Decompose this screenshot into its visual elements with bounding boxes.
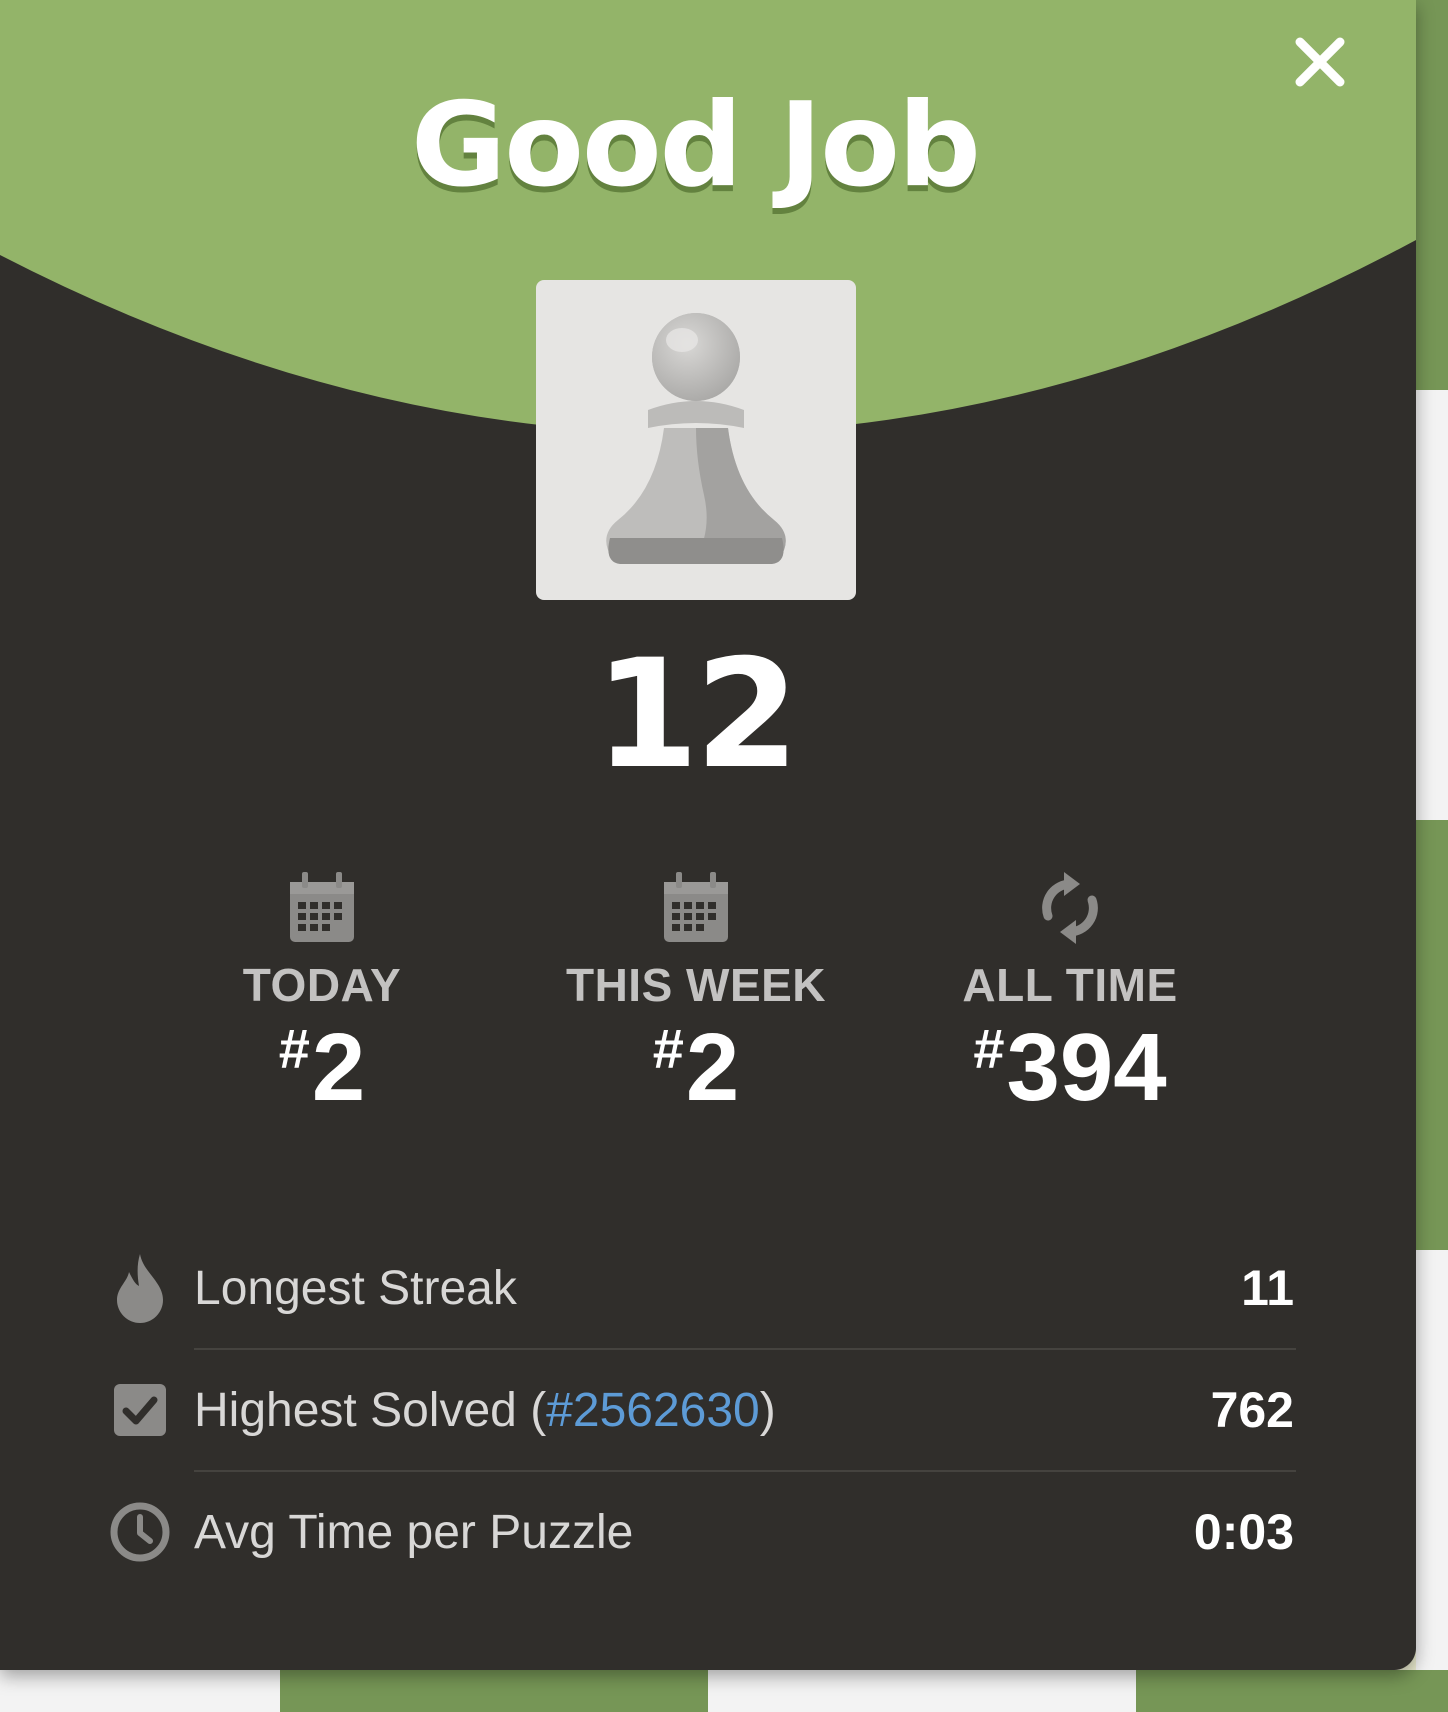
board-square: [1416, 390, 1448, 820]
rank-number: 394: [1006, 1014, 1167, 1121]
flame-icon: [108, 1254, 172, 1323]
rank-value: #394: [910, 1020, 1230, 1116]
calendar-icon: [290, 872, 354, 942]
puzzle-result-modal: Good Job 12 TODAY #2 THIS WEEK #2 ALL TI…: [0, 0, 1416, 1670]
board-square: [0, 1670, 280, 1712]
rank-summary: TODAY #2 THIS WEEK #2 ALL TIME #394: [0, 870, 1416, 1140]
board-square: [1416, 1250, 1448, 1712]
modal-title: Good Job: [411, 78, 981, 213]
pawn-icon: [606, 313, 786, 564]
rank-hash: #: [652, 1017, 684, 1080]
stat-longest-streak: Longest Streak 11: [108, 1228, 1296, 1348]
board-square: [1416, 0, 1448, 390]
rank-all-time: ALL TIME #394: [910, 870, 1230, 1116]
rank-hash: #: [973, 1017, 1005, 1080]
rank-label: THIS WEEK: [565, 959, 827, 1011]
stat-value: 762: [1210, 1382, 1294, 1438]
stat-highest-solved: Highest Solved (#2562630) 762: [108, 1350, 1296, 1470]
refresh-icon: [1042, 872, 1098, 944]
stat-label: Avg Time per Puzzle: [194, 1505, 634, 1559]
close-button[interactable]: [1290, 32, 1350, 92]
rank-label: ALL TIME: [962, 959, 1178, 1011]
stat-value: 0:03: [1193, 1504, 1294, 1560]
rank-number: 2: [311, 1014, 366, 1121]
puzzle-score: 12: [594, 628, 800, 802]
board-square: [708, 1670, 1136, 1712]
calendar-icon: [664, 872, 728, 942]
stat-value: 11: [1241, 1260, 1294, 1316]
stat-label: Highest Solved (#2562630): [194, 1383, 1211, 1438]
close-icon: [1295, 37, 1345, 87]
rank-this-week: THIS WEEK #2: [536, 870, 856, 1116]
puzzle-link[interactable]: #2562630: [546, 1384, 760, 1437]
rank-today: TODAY #2: [162, 870, 482, 1116]
board-square: [1416, 820, 1448, 1250]
rank-label: TODAY: [242, 959, 402, 1011]
board-square: [1136, 1670, 1448, 1712]
stat-avg-time: Avg Time per Puzzle 0:03: [108, 1472, 1296, 1592]
clock-icon: [108, 1500, 172, 1564]
checkbox-icon: [108, 1378, 172, 1442]
rank-hash: #: [278, 1017, 310, 1080]
board-square: [280, 1670, 708, 1712]
stat-label: Longest Streak: [194, 1261, 517, 1315]
stats-list: Longest Streak 11 Highest Solved (#25626…: [108, 1228, 1296, 1592]
rank-value: #2: [162, 1020, 482, 1116]
rank-number: 2: [685, 1014, 740, 1121]
stat-label-suffix: ): [759, 1383, 776, 1437]
stat-label-prefix: Highest Solved (: [194, 1383, 547, 1437]
puzzle-piece-tile: [536, 280, 856, 600]
rank-value: #2: [536, 1020, 856, 1116]
